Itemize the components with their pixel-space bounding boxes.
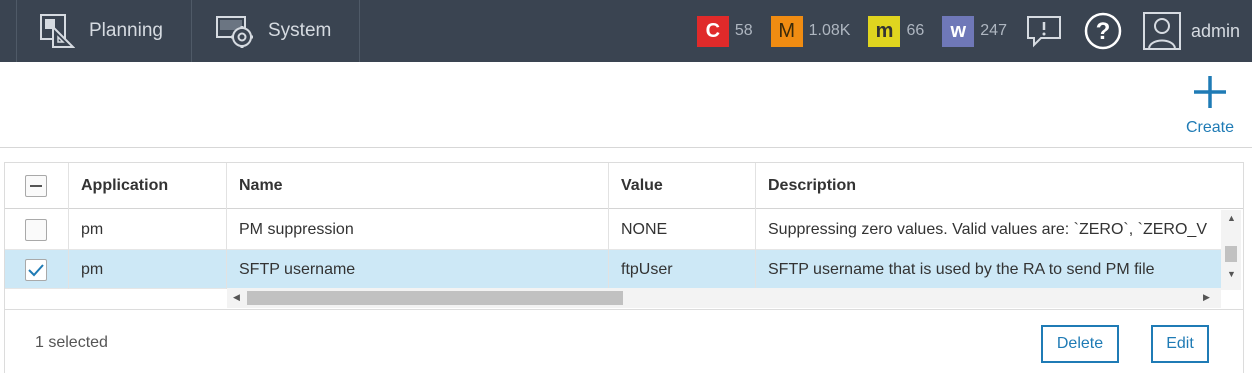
delete-button[interactable]: Delete [1041,325,1119,363]
alarm-major-badge: M [770,15,803,47]
table-footer: 1 selected Delete Edit [5,309,1243,374]
cell-application: pm [69,250,227,289]
settings-table-panel: Application Name Value Description pm PM… [4,162,1244,373]
indeterminate-icon [30,185,42,187]
alarm-minor-badge: m [868,15,901,47]
notifications-button[interactable] [1025,14,1063,48]
table-header: Application Name Value Description [5,163,1243,209]
create-label: Create [1185,119,1235,136]
vertical-scrollbar[interactable]: ▲ ▼ [1221,210,1241,290]
nav-planning[interactable]: Planning [16,0,192,62]
alarm-minor[interactable]: m 66 [868,15,925,47]
alarm-major-count: 1.08K [808,22,851,39]
cell-value: NONE [609,209,756,250]
alarm-major[interactable]: M 1.08K [770,15,851,47]
row-checkbox[interactable] [25,218,47,241]
checkmark-icon [28,263,44,276]
select-all-cell [5,163,69,209]
scroll-up-arrow-icon[interactable]: ▲ [1227,214,1236,223]
scroll-right-arrow-icon[interactable]: ▶ [1203,293,1210,302]
scroll-left-arrow-icon[interactable]: ◀ [233,293,240,302]
table-row[interactable]: pm PM suppression NONE Suppressing zero … [5,209,1221,250]
alarm-critical[interactable]: C 58 [696,15,753,47]
alarm-warning-count: 247 [980,22,1007,39]
alarm-critical-badge: C [696,15,729,47]
horizontal-scroll-thumb[interactable] [247,291,623,305]
alarm-warning-badge: w [942,15,975,47]
cell-name: SFTP username [227,250,609,289]
plus-icon [1194,76,1226,108]
cell-application: pm [69,209,227,250]
nav-system-label: System [268,20,332,41]
row-select-cell [5,250,69,289]
table-row-selected[interactable]: pm SFTP username ftpUser SFTP username t… [5,250,1221,289]
alarm-summary: C 58 M 1.08K m 66 w 247 ? admin [696,0,1252,62]
help-button[interactable]: ? [1083,11,1123,51]
cell-name: PM suppression [227,209,609,250]
column-header-name[interactable]: Name [227,163,609,209]
alarm-minor-count: 66 [906,22,925,39]
edit-button[interactable]: Edit [1151,325,1209,363]
alarm-critical-count: 58 [734,22,753,39]
svg-text:?: ? [1096,18,1111,45]
row-checkbox-checked[interactable] [25,258,47,281]
alarm-warning[interactable]: w 247 [942,15,1007,47]
user-avatar-icon [1142,12,1181,50]
top-navigation-bar: Planning System C 58 M 1.08K m 66 w 247 … [0,0,1252,62]
nav-planning-label: Planning [89,20,163,41]
vertical-scroll-thumb[interactable] [1225,246,1237,262]
user-name: admin [1190,20,1240,41]
planning-icon [40,14,75,48]
column-header-application[interactable]: Application [69,163,227,209]
user-menu[interactable]: admin [1142,12,1240,50]
horizontal-scrollbar[interactable]: ◀ ▶ [227,288,1221,308]
row-select-cell [5,209,69,250]
scroll-down-arrow-icon[interactable]: ▼ [1227,270,1236,279]
action-bar: Create [0,62,1252,148]
selection-count: 1 selected [35,334,108,351]
message-alert-icon [1026,16,1061,48]
nav-system[interactable]: System [192,0,360,62]
column-header-description[interactable]: Description [756,163,1243,209]
cell-value: ftpUser [609,250,756,289]
help-icon: ? [1084,12,1122,50]
cell-description: Suppressing zero values. Valid values ar… [768,220,1207,238]
cell-description: SFTP username that is used by the RA to … [768,260,1155,278]
system-gear-icon [216,16,253,48]
create-button[interactable]: Create [1184,74,1236,137]
select-all-checkbox[interactable] [25,175,47,197]
column-header-value[interactable]: Value [609,163,756,209]
